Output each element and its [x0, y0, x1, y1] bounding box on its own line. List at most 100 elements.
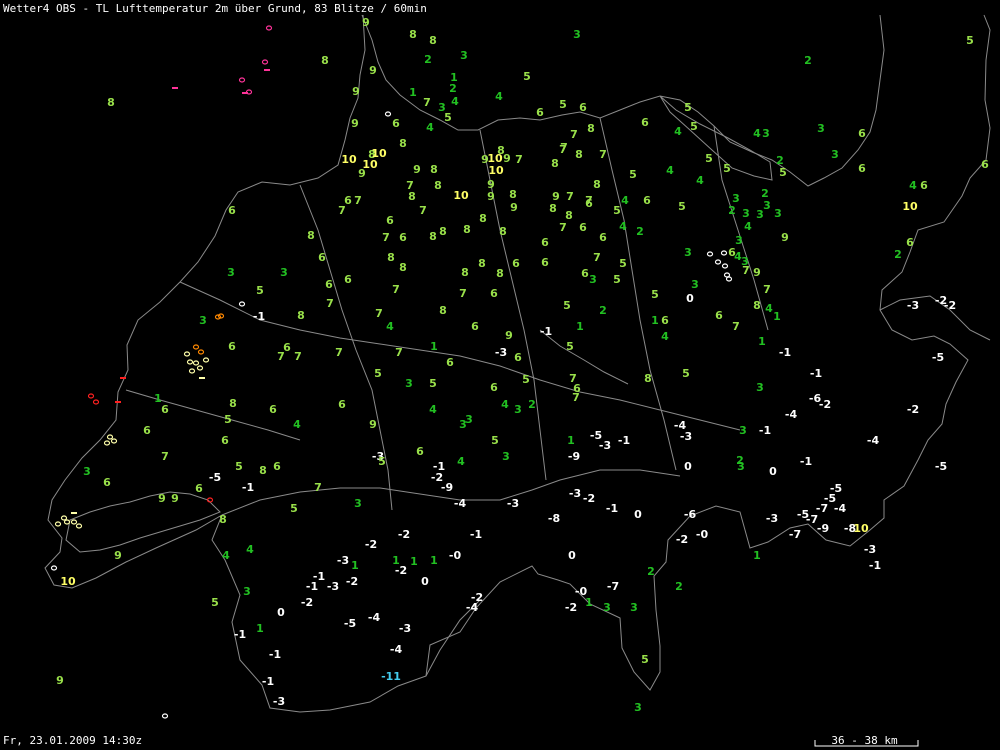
- temperature-label: 6: [858, 127, 866, 140]
- temperature-label: 8: [479, 212, 487, 225]
- temperature-label: 6: [399, 231, 407, 244]
- temperature-label: -4: [466, 601, 479, 614]
- temperature-label: 7: [338, 204, 346, 217]
- temperature-label: -6: [684, 508, 697, 521]
- temperature-label: 7: [572, 391, 580, 404]
- temperature-label: 4: [293, 418, 301, 431]
- temperature-label: 1: [753, 549, 761, 562]
- temperature-label: -1: [606, 502, 618, 515]
- temperature-label: 6: [344, 273, 352, 286]
- temperature-label: 7: [566, 190, 574, 203]
- temperature-label: 2: [424, 53, 432, 66]
- temperature-label: 8: [439, 225, 447, 238]
- temperature-label: 6: [906, 236, 914, 249]
- temperature-label: -1: [269, 648, 281, 661]
- temperature-label: 7: [763, 283, 771, 296]
- temperature-label: -3: [766, 512, 778, 525]
- temperature-label: 3: [465, 413, 473, 426]
- temperature-label: 5: [566, 340, 574, 353]
- temperature-label: 6: [273, 460, 281, 473]
- temperature-label: 6: [228, 204, 236, 217]
- temperature-label: 3: [603, 601, 611, 614]
- temperature-label: -1: [306, 580, 318, 593]
- temperature-label: 6: [195, 482, 203, 495]
- temperature-label: 6: [512, 257, 520, 270]
- temperature-label: 9: [753, 266, 761, 279]
- temperature-label: 7: [742, 264, 750, 277]
- temperature-label: 7: [559, 143, 567, 156]
- temperature-map: 938 82 3891 52589 17 3 4 45265 6 59 6 48778 64 54 3 3 61…: [0, 0, 1000, 750]
- temperature-label: -2: [365, 538, 377, 551]
- temperature-label: 5: [290, 502, 298, 515]
- temperature-label: 2: [761, 187, 769, 200]
- temperature-label: 9: [114, 549, 122, 562]
- temperature-label: -11: [381, 670, 401, 683]
- temperature-label: 6: [541, 236, 549, 249]
- temperature-label: -5: [932, 351, 944, 364]
- temperature-label: 5: [444, 111, 452, 124]
- temperature-label: 1: [430, 554, 438, 567]
- temperature-label: -2: [398, 528, 410, 541]
- temperature-label: 6: [161, 403, 169, 416]
- temperature-label: 9: [171, 492, 179, 505]
- temperature-label: -3: [864, 543, 876, 556]
- temperature-label: 3: [514, 403, 522, 416]
- temperature-label: 7: [314, 481, 322, 494]
- temperature-label: 1: [410, 555, 418, 568]
- temperature-label: 3: [502, 450, 510, 463]
- temperature-label: -3: [507, 497, 519, 510]
- temperature-label: 6: [221, 434, 229, 447]
- temperature-label: 4: [222, 549, 230, 562]
- temperature-label: 4: [426, 121, 434, 134]
- temperature-label: -0: [696, 528, 709, 541]
- temperature-label: -4: [867, 434, 880, 447]
- temperature-label: 3: [831, 148, 839, 161]
- temperature-label: 8: [219, 513, 227, 526]
- temperature-label: 5: [522, 373, 530, 386]
- temperature-label: 7: [395, 346, 403, 359]
- temperature-label: 8: [399, 261, 407, 274]
- temperature-label: 10: [362, 158, 378, 171]
- temperature-label: 8: [107, 96, 115, 109]
- temperature-label: 7: [459, 287, 467, 300]
- temperature-label: 7: [354, 194, 362, 207]
- temperature-label: 6: [490, 381, 498, 394]
- temperature-label: -9: [817, 522, 829, 535]
- temperature-label: 10: [341, 153, 357, 166]
- temperature-label: 8: [587, 122, 595, 135]
- temperature-label: -8: [548, 512, 560, 525]
- temperature-label: -7: [607, 580, 619, 593]
- temperature-label: 7: [326, 297, 334, 310]
- temperature-label: 3: [630, 601, 638, 614]
- temperature-label: 8: [478, 257, 486, 270]
- temperature-label: 6: [143, 424, 151, 437]
- temperature-label: 1: [567, 434, 575, 447]
- temperature-label: 5: [429, 377, 437, 390]
- temperature-label: -2: [346, 575, 358, 588]
- temperature-label: 7: [599, 148, 607, 161]
- temperature-label: 6: [325, 278, 333, 291]
- temperature-label: 5: [682, 367, 690, 380]
- temperature-label: 3: [737, 460, 745, 473]
- temperature-label: 3: [573, 28, 581, 41]
- temperature-label: 3: [460, 49, 468, 62]
- temperature-label: 8: [439, 304, 447, 317]
- temperature-label: -1: [234, 628, 246, 641]
- temperature-label: 5: [705, 152, 713, 165]
- lightning-marker: [199, 377, 205, 379]
- temperature-label: 5: [651, 288, 659, 301]
- temperature-label: 6: [858, 162, 866, 175]
- temperature-label: 3: [83, 465, 91, 478]
- lightning-marker: [71, 512, 77, 514]
- temperature-label: 4: [495, 90, 503, 103]
- temperature-label: 8: [644, 372, 652, 385]
- temperature-label: 9: [351, 117, 359, 130]
- temperature-label: 3: [756, 381, 764, 394]
- temperature-label: -0: [449, 549, 462, 562]
- temperature-label: -5: [935, 460, 947, 473]
- temperature-label: 0: [421, 575, 429, 588]
- temperature-label: 3: [280, 266, 288, 279]
- temperature-label: 3: [405, 377, 413, 390]
- temperature-label: 7: [294, 350, 302, 363]
- temperature-label: 1: [758, 335, 766, 348]
